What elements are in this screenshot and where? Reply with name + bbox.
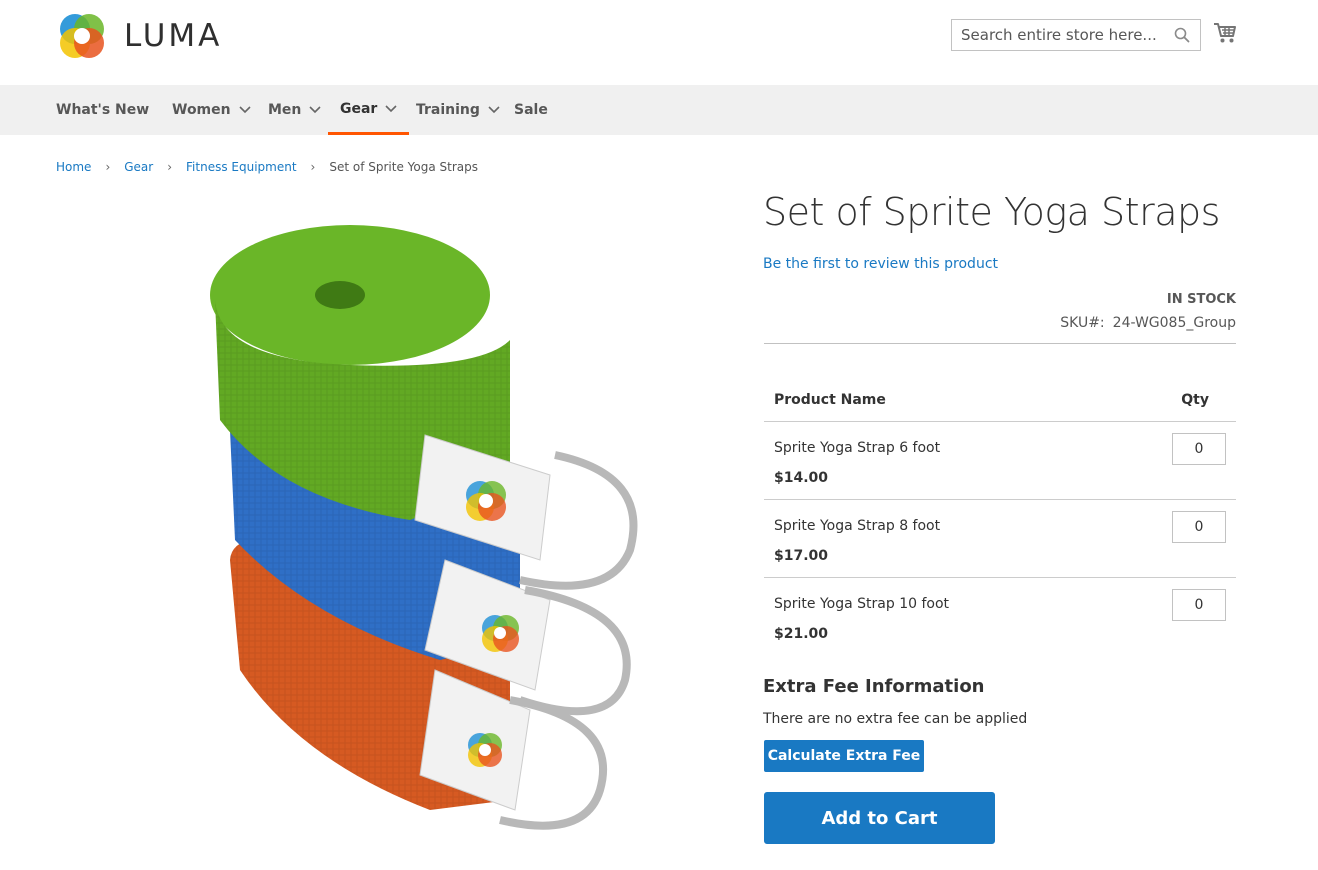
search-input[interactable] — [961, 26, 1161, 44]
header: LUMA — [0, 0, 1318, 85]
qty-input[interactable] — [1172, 589, 1226, 621]
product-name: Sprite Yoga Strap 8 foot — [774, 518, 941, 534]
nav-item-women[interactable]: Women — [172, 85, 251, 135]
review-link[interactable]: Be the first to review this product — [763, 256, 998, 272]
nav-item-whats-new[interactable]: What's New — [56, 85, 149, 135]
breadcrumb-separator-icon: › — [310, 160, 316, 174]
calculate-extra-fee-button[interactable]: Calculate Extra Fee — [764, 740, 924, 772]
page-title: Set of Sprite Yoga Straps — [763, 190, 1220, 234]
breadcrumb-fitness-equipment[interactable]: Fitness Equipment — [186, 160, 297, 174]
nav-item-label: Gear — [340, 100, 378, 117]
search-box[interactable] — [951, 19, 1201, 51]
nav-item-men[interactable]: Men — [268, 85, 321, 135]
main-nav: What's New Women Men Gear Training Sale — [0, 85, 1318, 135]
chevron-down-icon — [488, 106, 500, 114]
table-row: Sprite Yoga Strap 6 foot $14.00 — [764, 422, 1236, 500]
nav-item-label: Men — [268, 102, 302, 118]
nav-item-label: Sale — [514, 102, 548, 118]
column-header-qty: Qty — [1181, 391, 1209, 408]
product-price: $21.00 — [774, 626, 829, 642]
product-price: $14.00 — [774, 470, 829, 486]
sku-label: SKU#: — [1060, 315, 1105, 331]
divider — [764, 343, 1236, 344]
table-row: Sprite Yoga Strap 10 foot $21.00 — [764, 578, 1236, 656]
chevron-down-icon — [309, 106, 321, 114]
sku: SKU#: 24-WG085_Group — [1060, 315, 1236, 331]
nav-item-label: What's New — [56, 102, 150, 118]
product-name: Sprite Yoga Strap 6 foot — [774, 440, 941, 456]
logo-text: LUMA — [124, 18, 223, 54]
nav-item-label: Training — [416, 102, 480, 118]
extra-fee-note: There are no extra fee can be applied — [763, 711, 1028, 727]
breadcrumb-gear[interactable]: Gear — [124, 160, 153, 174]
table-header: Product Name Qty — [764, 378, 1236, 422]
qty-input[interactable] — [1172, 433, 1226, 465]
product-image[interactable] — [180, 200, 680, 850]
nav-item-sale[interactable]: Sale — [514, 85, 548, 135]
chevron-down-icon — [385, 104, 397, 112]
nav-item-label: Women — [172, 102, 231, 118]
stock-status: IN STOCK — [1166, 292, 1236, 307]
table-row: Sprite Yoga Strap 8 foot $17.00 — [764, 500, 1236, 578]
chevron-down-icon — [239, 106, 251, 114]
qty-input[interactable] — [1172, 511, 1226, 543]
nav-item-gear[interactable]: Gear — [328, 85, 410, 135]
grouped-products-table: Product Name Qty Sprite Yoga Strap 6 foo… — [764, 378, 1236, 656]
luma-logo-icon — [60, 14, 104, 58]
breadcrumb-current: Set of Sprite Yoga Straps — [329, 160, 479, 174]
column-header-product-name: Product Name — [774, 391, 886, 408]
search-icon[interactable] — [1174, 27, 1190, 43]
product-price: $17.00 — [774, 548, 829, 564]
breadcrumb: Home › Gear › Fitness Equipment › Set of… — [56, 160, 478, 174]
cart-icon[interactable] — [1213, 22, 1237, 44]
breadcrumb-home[interactable]: Home — [56, 160, 91, 174]
store-logo[interactable]: LUMA — [56, 10, 226, 62]
add-to-cart-button[interactable]: Add to Cart — [764, 792, 995, 844]
extra-fee-title: Extra Fee Information — [763, 676, 985, 697]
nav-item-training[interactable]: Training — [416, 85, 500, 135]
breadcrumb-separator-icon: › — [105, 160, 111, 174]
breadcrumb-separator-icon: › — [167, 160, 173, 174]
product-name: Sprite Yoga Strap 10 foot — [774, 596, 950, 612]
sku-value: 24-WG085_Group — [1112, 315, 1236, 331]
